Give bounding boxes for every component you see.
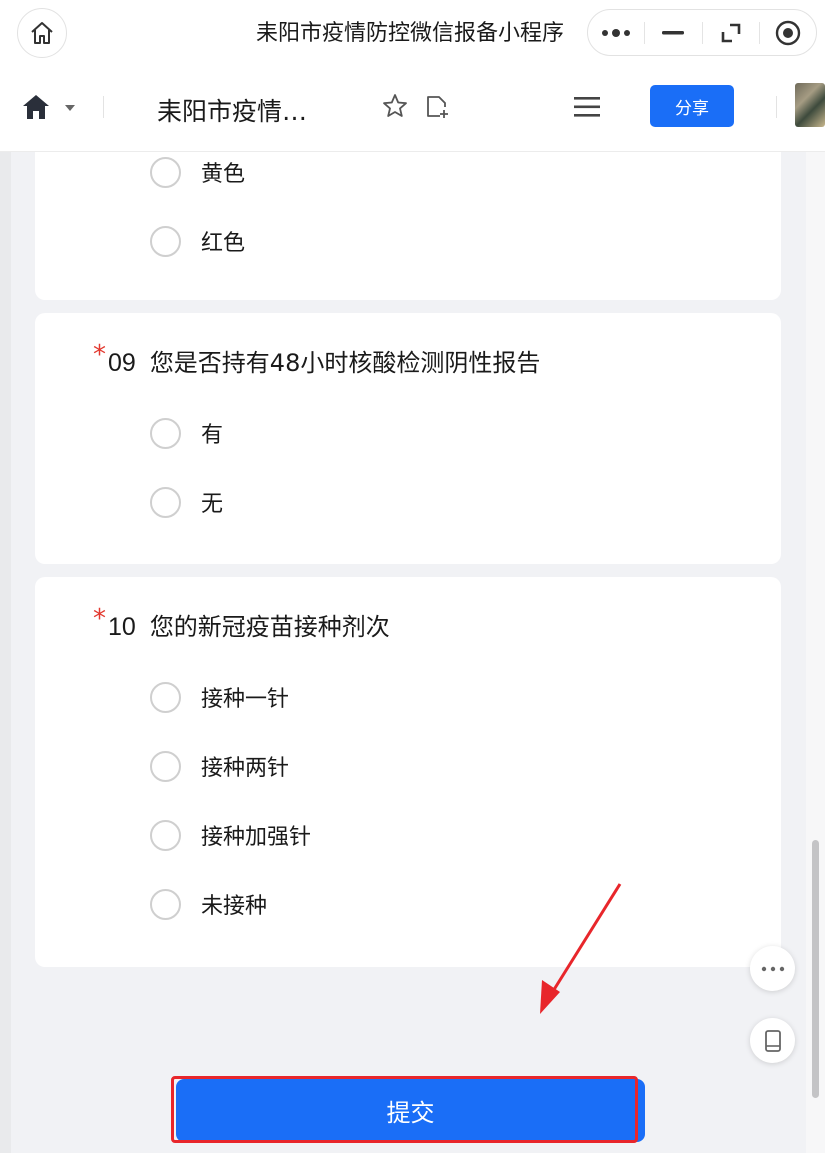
radio-button[interactable] — [150, 156, 181, 188]
more-horizontal-icon — [761, 966, 785, 972]
required-mark: * — [93, 340, 106, 370]
left-gutter — [0, 152, 11, 1153]
question-card: 黄色 红色 — [35, 152, 781, 300]
home-filled-icon[interactable] — [22, 94, 50, 120]
radio-option[interactable]: 接种两针 — [150, 749, 289, 783]
minimize-icon — [662, 30, 685, 36]
radio-button[interactable] — [150, 417, 181, 449]
tablet-icon — [764, 1029, 782, 1052]
option-label: 接种两针 — [201, 756, 290, 781]
more-button[interactable] — [588, 10, 644, 55]
radio-option[interactable]: 红色 — [150, 224, 245, 258]
share-button[interactable]: 分享 — [650, 85, 734, 127]
question-card: * 09 您是否持有48小时核酸检测阴性报告 有 无 — [35, 313, 781, 564]
option-label: 无 — [201, 492, 224, 517]
option-label: 红色 — [201, 231, 246, 256]
window-home-button[interactable] — [17, 8, 67, 58]
option-label: 接种一针 — [201, 687, 290, 712]
caret-down-icon[interactable] — [64, 104, 76, 112]
close-button[interactable] — [760, 10, 816, 55]
radio-button[interactable] — [150, 225, 181, 257]
question-number: 10 — [108, 613, 136, 641]
scrollbar-thumb[interactable] — [812, 840, 819, 1098]
radio-button[interactable] — [150, 681, 181, 713]
question-heading: * 10 您的新冠疫苗接种剂次 — [93, 604, 390, 642]
more-float-button[interactable] — [750, 946, 795, 991]
radio-option[interactable]: 无 — [150, 485, 223, 519]
option-label: 接种加强针 — [201, 825, 312, 850]
form-content: 黄色 红色 * 09 您是否持有48小时核酸检测阴性报告 有 无 * 10 您的… — [0, 152, 825, 1153]
radio-option[interactable]: 接种加强针 — [150, 818, 311, 852]
option-label: 未接种 — [201, 894, 268, 919]
device-preview-button[interactable] — [750, 1018, 795, 1063]
more-dots-icon — [601, 28, 631, 38]
question-number: 09 — [108, 349, 136, 377]
restore-icon — [720, 22, 742, 44]
window-capsule — [587, 9, 817, 56]
toolbar-divider — [776, 96, 777, 118]
radio-option[interactable]: 接种一针 — [150, 680, 289, 714]
add-file-icon[interactable] — [425, 94, 451, 120]
radio-button[interactable] — [150, 750, 181, 782]
window-title: 耒阳市疫情防控微信报备小程序 — [256, 21, 565, 46]
annotation-arrow — [540, 883, 622, 1014]
question-text: 您是否持有48小时核酸检测阴性报告 — [149, 349, 541, 377]
radio-option[interactable]: 黄色 — [150, 155, 245, 189]
restore-button[interactable] — [703, 10, 759, 55]
radio-button[interactable] — [150, 888, 181, 920]
option-label: 黄色 — [201, 162, 246, 187]
minimize-button[interactable] — [645, 10, 701, 55]
avatar[interactable] — [795, 83, 825, 127]
annotation-highlight-box — [171, 1076, 638, 1143]
radio-button[interactable] — [150, 819, 181, 851]
option-label: 有 — [201, 423, 224, 448]
menu-icon[interactable] — [574, 96, 600, 118]
question-card: * 10 您的新冠疫苗接种剂次 接种一针 接种两针 接种加强针 未接种 — [35, 577, 781, 967]
star-icon[interactable] — [382, 93, 408, 119]
question-text: 您的新冠疫苗接种剂次 — [149, 613, 390, 641]
radio-button[interactable] — [150, 486, 181, 518]
toolbar-divider — [103, 96, 104, 118]
document-title[interactable]: 耒阳市疫情… — [157, 92, 307, 128]
radio-option[interactable]: 未接种 — [150, 887, 267, 921]
radio-option[interactable]: 有 — [150, 416, 223, 450]
window-titlebar: 耒阳市疫情防控微信报备小程序 — [0, 0, 825, 66]
home-outline-icon — [29, 20, 55, 46]
document-toolbar: 耒阳市疫情… 分享 — [0, 66, 825, 152]
question-heading: * 09 您是否持有48小时核酸检测阴性报告 — [93, 340, 541, 378]
close-circle-icon — [775, 20, 801, 46]
required-mark: * — [93, 604, 106, 634]
